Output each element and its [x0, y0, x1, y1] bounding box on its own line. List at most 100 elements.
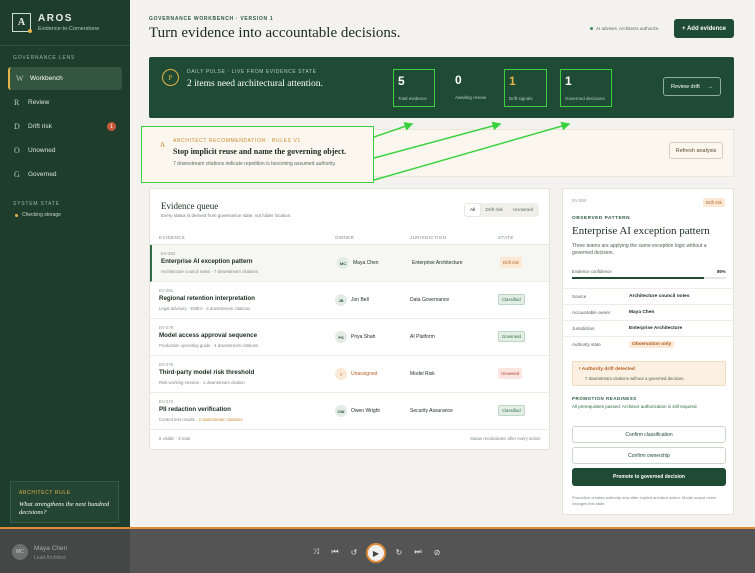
avatar: JB	[335, 294, 347, 306]
field-jurisdiction: Jurisdiction Enterprise Architecture	[563, 320, 733, 336]
rewind-icon[interactable]: ↺	[348, 546, 360, 558]
promotion-label: PROMOTION READINESS	[572, 396, 637, 401]
add-evidence-button[interactable]: + Add evidence	[674, 19, 734, 38]
status-badge: Classified	[498, 294, 525, 305]
pulse-headline: 2 items need architectural attention.	[187, 79, 323, 89]
confidence-bar-fill	[572, 277, 705, 279]
recommendation-subtitle: 7 downstream citations indicate repetiti…	[173, 161, 337, 167]
status-badge: Classified	[498, 405, 525, 416]
evidence-id: EV-281	[159, 288, 174, 293]
table-row[interactable]: EV-279 Model access approval sequence Pr…	[150, 319, 549, 356]
sidebar-item-unowned[interactable]: O Unowned	[8, 139, 122, 162]
system-state-label: SYSTEM STATE	[13, 201, 60, 207]
pulse-eyebrow: DAILY PULSE · LIVE FROM EVIDENCE STATE	[187, 69, 317, 75]
confirm-ownership-button[interactable]: Confirm ownership	[572, 447, 726, 464]
page-title: Turn evidence into accountable decisions…	[149, 25, 401, 41]
next-icon[interactable]: ⏭	[412, 546, 424, 558]
metric-value: 1	[509, 74, 516, 88]
pulse-icon: P	[162, 69, 179, 86]
queue-filter: All Drift risk Unowned	[464, 203, 540, 217]
table-row[interactable]: EV-281 Regional retention interpretation…	[150, 282, 549, 319]
sidebar-item-governed[interactable]: G Governed	[8, 163, 122, 186]
metric-drift-signals[interactable]: 1 Drift signals	[504, 69, 547, 107]
confirm-classification-button[interactable]: Confirm classification	[572, 426, 726, 443]
brand-logo: A	[12, 13, 32, 33]
field-owner: Accountable owner Maya Chen	[563, 304, 733, 320]
field-authority-state: Authority state Observation only	[563, 336, 733, 352]
evidence-title: Enterprise AI exception pattern	[161, 258, 253, 265]
metric-governed-decisions[interactable]: 1 Governed decisions	[560, 69, 612, 107]
table-row[interactable]: EV-284 Enterprise AI exception pattern A…	[150, 245, 549, 282]
detail-eyebrow: OBSERVED PATTERN	[572, 216, 631, 221]
jurisdiction: Enterprise Architecture	[412, 260, 463, 266]
filter-drift-risk[interactable]: Drift risk	[480, 204, 508, 216]
forward-icon[interactable]: ↻	[393, 546, 405, 558]
previous-icon[interactable]: ⏮	[329, 546, 341, 558]
shuffle-icon[interactable]: ⤨	[310, 546, 322, 558]
evidence-id: EV-279	[159, 325, 174, 330]
metric-label: Awaiting review	[455, 95, 487, 100]
metric-value: 0	[455, 73, 462, 87]
column-owner: OWNER	[335, 235, 355, 240]
queue-subtitle: Every status is derived from governance …	[161, 213, 291, 218]
status-badge: Drift risk	[500, 257, 522, 268]
metric-label: Total evidence	[398, 96, 427, 101]
daily-pulse-band: P DAILY PULSE · LIVE FROM EVIDENCE STATE…	[149, 57, 734, 118]
recommendation-eyebrow: ARCHITECT RECOMMENDATION · RULES V1	[173, 138, 301, 144]
confidence-value: 86%	[717, 269, 726, 274]
play-button[interactable]: ▶	[366, 543, 386, 563]
field-value: Observation only	[629, 341, 675, 348]
evidence-meta-source: Control test results ·	[159, 417, 199, 422]
metric-total-evidence[interactable]: 5 Total evidence	[393, 69, 435, 107]
field-key: Accountable owner	[572, 310, 611, 315]
evidence-title: Model access approval sequence	[159, 332, 258, 339]
drift-risk-icon: D	[14, 122, 20, 131]
jurisdiction: Security Assurance	[410, 408, 453, 414]
evidence-title: PII redaction verification	[159, 406, 231, 413]
brand-name: AROS	[38, 13, 73, 24]
review-drift-button[interactable]: Review drift →	[663, 77, 721, 96]
sidebar-item-drift-risk[interactable]: D Drift risk 1	[8, 115, 122, 138]
metric-awaiting-review[interactable]: 0 Awaiting review	[451, 69, 496, 107]
owner-name: Unassigned	[351, 371, 378, 377]
governed-icon: G	[14, 170, 20, 179]
filter-unowned[interactable]: Unowned	[508, 204, 538, 216]
brand: A AROS Evidence-to-Cornerstone	[0, 0, 130, 46]
status-dot-icon	[590, 27, 593, 30]
confidence-label: Evidence confidence	[572, 269, 612, 274]
sidebar-item-workbench[interactable]: W Workbench	[8, 67, 122, 90]
architect-rule-question: What strengthens the next hundred decisi…	[19, 501, 110, 517]
refresh-analysis-button[interactable]: Refresh analysis	[669, 142, 723, 159]
detail-title: Enterprise AI exception pattern	[572, 225, 710, 237]
drift-count-badge: 1	[107, 122, 116, 131]
promote-button[interactable]: Promote to governed decision	[572, 468, 726, 486]
playback-progress[interactable]	[0, 527, 755, 529]
ai-advises-text: AI advises. Architects authorize	[596, 26, 659, 31]
filter-all[interactable]: All	[465, 204, 481, 216]
mute-icon[interactable]: ⊘	[431, 546, 443, 558]
detail-description: Three teams are applying the same except…	[572, 243, 707, 257]
avatar: OW	[335, 405, 347, 417]
status-badge: Governed	[498, 331, 525, 342]
sidebar-item-label: Drift risk	[28, 123, 52, 130]
owner-name: Maya Chen	[353, 260, 379, 266]
table-row[interactable]: EV-276 Third-party model risk threshold …	[150, 356, 549, 393]
owner-name: Owen Wright	[351, 408, 380, 414]
review-icon: R	[14, 98, 20, 107]
governance-lens-label: GOVERNANCE LENS	[13, 55, 76, 61]
avatar: MC	[337, 257, 349, 269]
recommendation-icon: A	[160, 141, 166, 149]
evidence-id: EV-284	[161, 251, 176, 256]
architect-rule-title: ARCHITECT RULE	[19, 490, 71, 496]
status-dot-icon	[15, 213, 18, 217]
detail-footnote: Promotion creates authority only after e…	[572, 495, 717, 506]
table-row[interactable]: EV-272 PII redaction verification Contro…	[150, 393, 549, 430]
unowned-icon: O	[14, 146, 20, 155]
user-role: Lead Architect	[34, 555, 66, 561]
evidence-meta: Legal advisory · EMEA · 3 downstream cit…	[159, 306, 251, 311]
play-icon: ▶	[372, 548, 380, 558]
system-status: Checking storage	[0, 212, 130, 218]
page-eyebrow: GOVERNANCE WORKBENCH · VERSION 1	[149, 16, 274, 22]
field-value: Maya Chen	[629, 310, 655, 315]
sidebar-item-review[interactable]: R Review	[8, 91, 122, 114]
